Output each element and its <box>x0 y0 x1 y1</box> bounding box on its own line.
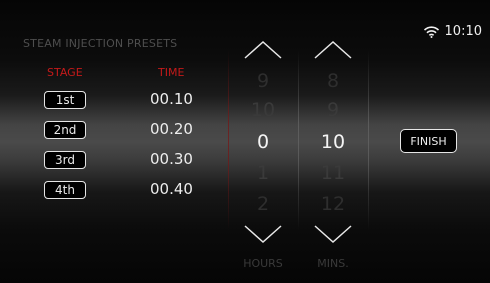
stage-3-button[interactable]: 3rd <box>44 151 86 169</box>
mins-option[interactable]: 11 <box>306 162 360 184</box>
stage-2-button[interactable]: 2nd <box>44 121 86 139</box>
hours-label: HOURS <box>243 257 283 270</box>
hours-option[interactable]: 10 <box>236 99 290 121</box>
chevron-down-icon <box>314 225 352 244</box>
chevron-up-icon <box>314 40 352 59</box>
wifi-icon <box>423 25 439 38</box>
stage-2-time[interactable]: 00.20 <box>150 120 193 138</box>
finish-button[interactable]: FINISH <box>400 129 457 153</box>
hours-option[interactable]: 1 <box>236 162 290 184</box>
mins-up-button[interactable] <box>313 40 353 60</box>
hours-option[interactable]: 9 <box>236 70 290 92</box>
wheel-divider <box>368 50 369 230</box>
mins-option[interactable]: 8 <box>306 70 360 92</box>
table-divider <box>228 50 229 230</box>
mins-selected-value[interactable]: 10 <box>306 131 360 153</box>
status-bar: 10:10 <box>423 24 482 39</box>
time-column-header: TIME <box>158 66 185 79</box>
stage-4-button[interactable]: 4th <box>44 181 86 199</box>
wheel-divider <box>298 50 299 230</box>
hours-down-button[interactable] <box>243 224 283 244</box>
mins-label: MINS. <box>317 257 349 270</box>
stage-1-time[interactable]: 00.10 <box>150 90 193 108</box>
stage-4-time[interactable]: 00.40 <box>150 180 193 198</box>
hours-selected-value[interactable]: 0 <box>236 131 290 153</box>
stage-3-time[interactable]: 00.30 <box>150 150 193 168</box>
page-title: STEAM INJECTION PRESETS <box>23 37 178 50</box>
steam-injection-screen: STEAM INJECTION PRESETS 10:10 STAGE TIME… <box>0 0 490 283</box>
mins-option[interactable]: 12 <box>306 193 360 215</box>
mins-down-button[interactable] <box>313 224 353 244</box>
hours-option[interactable]: 2 <box>236 193 290 215</box>
hours-up-button[interactable] <box>243 40 283 60</box>
clock-time: 10:10 <box>444 24 482 39</box>
stage-1-button[interactable]: 1st <box>44 91 86 109</box>
mins-option[interactable]: 9 <box>306 99 360 121</box>
chevron-down-icon <box>244 225 282 244</box>
chevron-up-icon <box>244 40 282 59</box>
stage-column-header: STAGE <box>47 66 83 79</box>
